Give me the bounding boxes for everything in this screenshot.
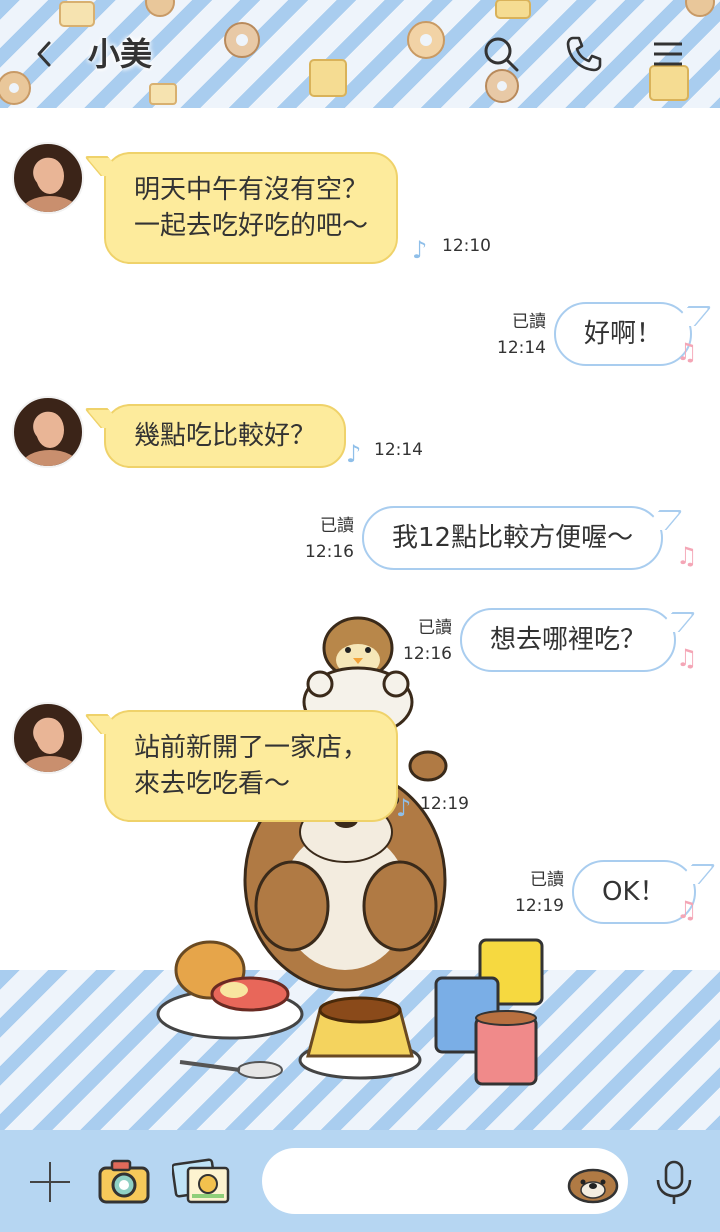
incoming-message-bubble[interactable]: 幾點吃比較好？ — [104, 404, 347, 468]
message-time: 12:16 — [403, 644, 452, 664]
camera-icon — [98, 1159, 150, 1204]
message-text: OK！ — [602, 877, 666, 907]
message-time: 12:14 — [374, 440, 423, 460]
avatar-shoulder — [22, 196, 78, 212]
call-button[interactable] — [560, 30, 608, 78]
message-time: 12:16 — [305, 542, 354, 562]
music-note-icon: ♫ — [676, 896, 698, 924]
message-time: 12:14 — [497, 338, 546, 358]
sticker-button[interactable] — [566, 1164, 620, 1204]
read-label: 已讀 — [512, 312, 546, 332]
input-bar — [0, 1130, 720, 1232]
music-note-icon: ♫ — [676, 644, 698, 672]
plus-icon[interactable] — [28, 1160, 72, 1204]
contact-avatar[interactable] — [12, 702, 84, 774]
search-button[interactable] — [477, 30, 525, 78]
gallery-icon — [171, 1158, 230, 1204]
message-line: 站前新開了一家店， — [134, 733, 369, 763]
music-note-icon: ♪ — [346, 440, 362, 468]
avatar-face — [36, 718, 64, 754]
outgoing-message-bubble[interactable]: 好啊！ — [554, 302, 693, 366]
avatar-face — [36, 412, 64, 448]
contact-avatar[interactable] — [12, 142, 84, 214]
read-label: 已讀 — [530, 870, 564, 890]
back-button[interactable] — [26, 30, 62, 78]
chat-header: 小美 — [0, 0, 720, 108]
music-note-icon: ♫ — [676, 542, 698, 570]
chat-title: 小美 — [88, 35, 153, 73]
menu-icon — [654, 42, 682, 66]
read-receipt: 已讀 12:19 — [508, 867, 564, 919]
otter-sticker-icon — [567, 1168, 619, 1204]
message-text: 我12點比較方便喔～ — [392, 523, 634, 553]
message-time: 12:19 — [420, 794, 469, 814]
music-note-icon: ♫ — [676, 338, 698, 366]
contact-avatar[interactable] — [12, 396, 84, 468]
search-icon — [484, 37, 519, 72]
message-text: 想去哪裡吃？ — [490, 625, 647, 655]
phone-icon — [566, 36, 602, 72]
outgoing-message-bubble[interactable]: 想去哪裡吃？ — [460, 608, 677, 672]
gallery-button[interactable] — [171, 1158, 232, 1206]
voice-button[interactable] — [652, 1158, 696, 1206]
mic-icon — [656, 1160, 692, 1204]
music-note-icon: ♪ — [412, 236, 428, 264]
chevron-left-icon — [37, 41, 51, 67]
read-receipt: 已讀 12:16 — [396, 615, 452, 667]
message-time: 12:10 — [442, 236, 491, 256]
message-text: 好啊！ — [584, 319, 663, 349]
read-label: 已讀 — [418, 618, 452, 638]
outgoing-message-bubble[interactable]: 我12點比較方便喔～ — [362, 506, 664, 570]
message-line: 幾點吃比較好？ — [134, 421, 317, 451]
avatar-shoulder — [22, 756, 78, 772]
message-time: 12:19 — [515, 896, 564, 916]
music-note-icon: ♪ — [396, 794, 412, 822]
incoming-message-bubble[interactable]: 站前新開了一家店， 來去吃吃看～ — [104, 710, 399, 822]
message-line: 明天中午有沒有空？ — [134, 175, 369, 205]
incoming-message-bubble[interactable]: 明天中午有沒有空？ 一起去吃好吃的吧～ — [104, 152, 399, 264]
read-receipt: 已讀 12:14 — [490, 309, 546, 361]
message-line: 一起去吃好吃的吧～ — [134, 211, 369, 241]
menu-button[interactable] — [644, 30, 692, 78]
avatar-shoulder — [22, 450, 78, 466]
message-line: 來去吃吃看～ — [134, 769, 291, 799]
read-receipt: 已讀 12:16 — [298, 513, 354, 565]
avatar-face — [36, 158, 64, 194]
read-label: 已讀 — [320, 516, 354, 536]
camera-button[interactable] — [96, 1156, 152, 1206]
